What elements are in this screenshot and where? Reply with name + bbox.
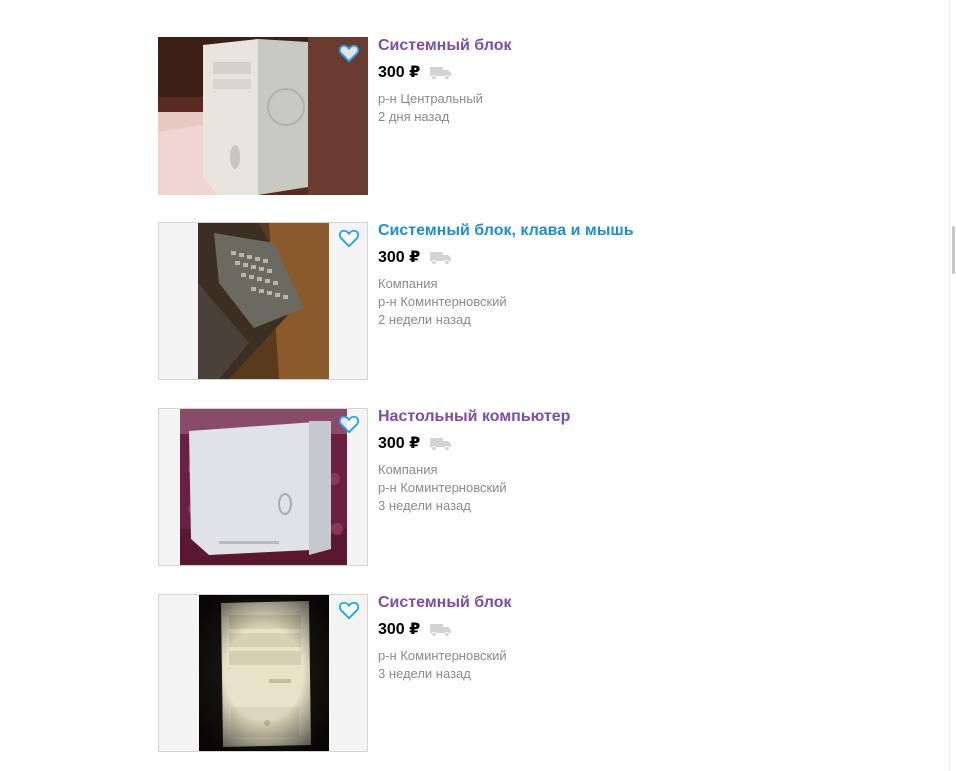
listing-date: 2 недели назад	[378, 312, 471, 327]
listing-item[interactable]: Системный блок 300 ₽ р-н Коминтерновский…	[158, 594, 858, 752]
listing-price: 300 ₽	[378, 64, 421, 81]
price-row: 300 ₽	[378, 248, 848, 268]
listing-price: 300 ₽	[378, 249, 421, 266]
listing-district: р-н Коминтерновский	[378, 480, 507, 495]
price-row: 300 ₽	[378, 63, 848, 83]
price-row: 300 ₽	[378, 434, 848, 454]
listing-date: 2 дня назад	[378, 109, 450, 124]
listing-price: 300 ₽	[378, 621, 421, 638]
page-scrollbar[interactable]	[949, 0, 956, 771]
listing-info: Системный блок, клава и мышь 300 ₽ Компа…	[378, 222, 848, 329]
listing-meta: Компания р-н Коминтерновский 2 недели на…	[378, 275, 848, 329]
delivery-truck-icon	[430, 252, 452, 265]
scrollbar-thumb[interactable]	[952, 226, 955, 274]
delivery-truck-icon	[430, 67, 452, 80]
listing-price: 300 ₽	[378, 435, 421, 452]
price-row: 300 ₽	[378, 620, 848, 640]
listing-date: 3 недели назад	[378, 666, 471, 681]
listing-meta: р-н Центральный 2 дня назад	[378, 90, 848, 126]
listing-company: Компания	[378, 462, 438, 477]
listing-district: р-н Коминтерновский	[378, 294, 507, 309]
listing-company: Компания	[378, 276, 438, 291]
listing-title-link[interactable]: Системный блок	[378, 593, 848, 613]
listing-photo[interactable]	[158, 222, 368, 380]
favorite-heart-icon[interactable]	[338, 414, 360, 434]
delivery-truck-icon	[430, 624, 452, 637]
listing-district: р-н Центральный	[378, 91, 483, 106]
search-results-page: Системный блок 300 ₽ р-н Центральный 2 д…	[0, 0, 956, 771]
favorite-heart-icon[interactable]	[338, 43, 360, 63]
listing-meta: Компания р-н Коминтерновский 3 недели на…	[378, 461, 848, 515]
listing-item[interactable]: Настольный компьютер 300 ₽ Компания р-н …	[158, 408, 858, 566]
listing-info: Системный блок 300 ₽ р-н Коминтерновский…	[378, 594, 848, 683]
delivery-truck-icon	[430, 438, 452, 451]
listing-title-link[interactable]: Настольный компьютер	[378, 407, 848, 427]
listing-title-link[interactable]: Системный блок, клава и мышь	[378, 221, 848, 241]
listing-item[interactable]: Системный блок, клава и мышь 300 ₽ Компа…	[158, 222, 858, 380]
listing-photo[interactable]	[158, 408, 368, 566]
listing-info: Настольный компьютер 300 ₽ Компания р-н …	[378, 408, 848, 515]
listing-info: Системный блок 300 ₽ р-н Центральный 2 д…	[378, 37, 848, 126]
favorite-heart-icon[interactable]	[338, 228, 360, 248]
listing-district: р-н Коминтерновский	[378, 648, 507, 663]
listing-photo[interactable]	[158, 37, 368, 195]
listing-photo[interactable]	[158, 594, 368, 752]
listing-title-link[interactable]: Системный блок	[378, 36, 848, 56]
listing-item[interactable]: Системный блок 300 ₽ р-н Центральный 2 д…	[158, 37, 858, 195]
listing-meta: р-н Коминтерновский 3 недели назад	[378, 647, 848, 683]
favorite-heart-icon[interactable]	[338, 600, 360, 620]
listing-date: 3 недели назад	[378, 498, 471, 513]
